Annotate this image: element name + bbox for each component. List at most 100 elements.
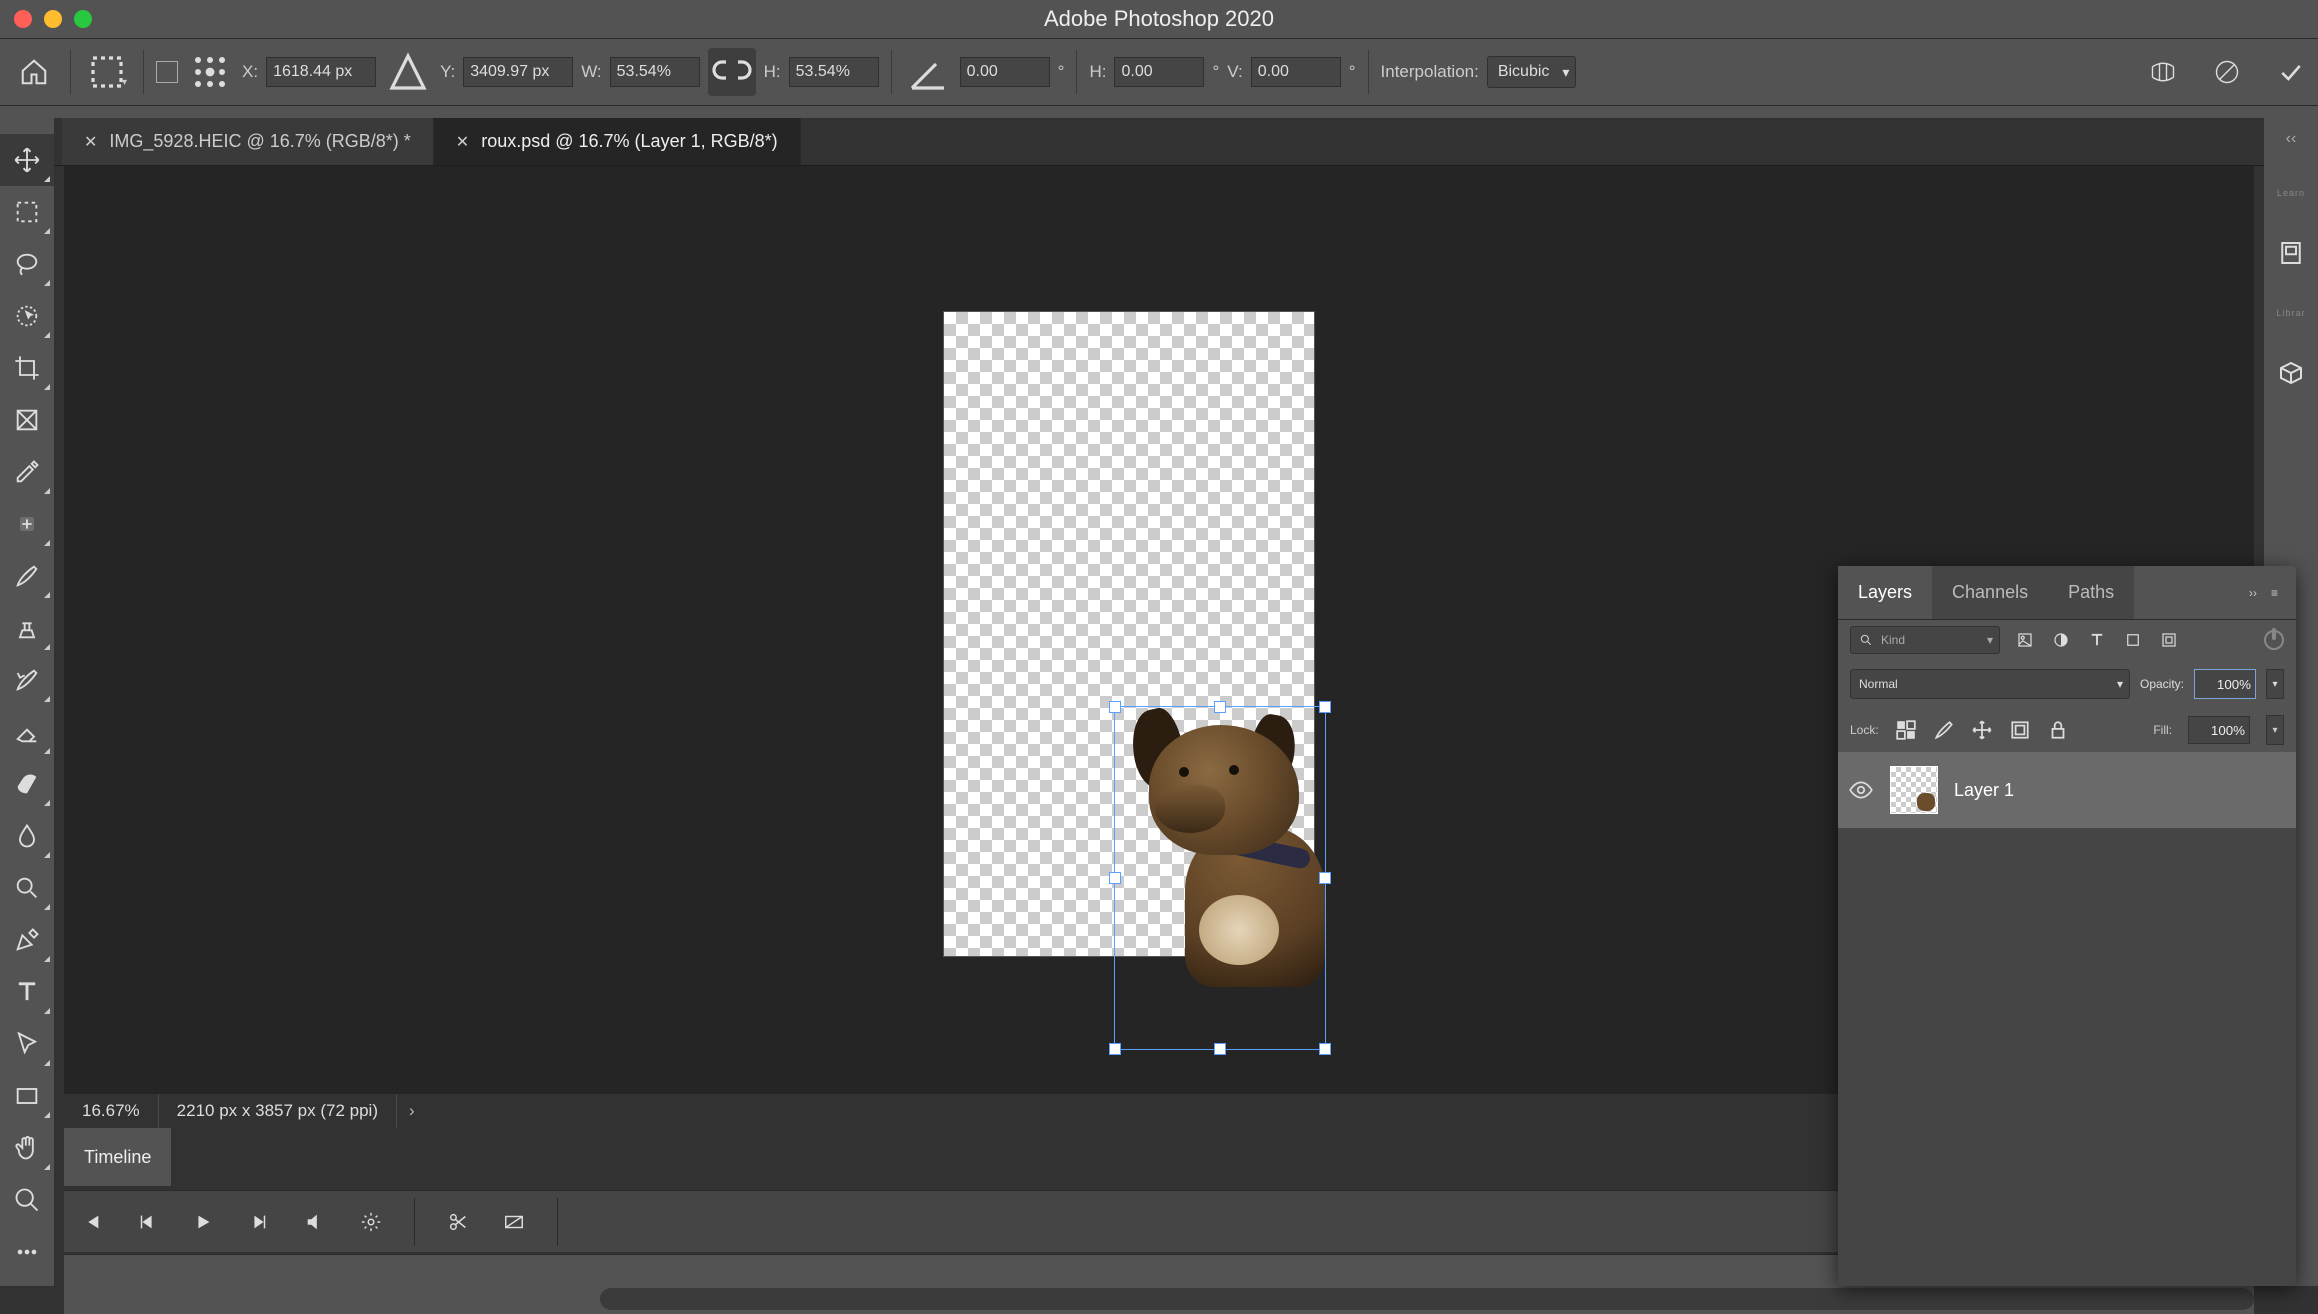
timeline-panel-tab[interactable]: Timeline: [64, 1128, 171, 1186]
x-input[interactable]: [266, 57, 376, 87]
audio-button[interactable]: [302, 1209, 328, 1235]
filter-shape-icon[interactable]: [2122, 629, 2144, 651]
status-more-icon[interactable]: ›: [397, 1101, 427, 1121]
warp-mode-button[interactable]: [2146, 55, 2180, 89]
eraser-tool[interactable]: [0, 706, 54, 758]
learn-panel-button[interactable]: [2276, 238, 2306, 268]
skew-v-input[interactable]: [1251, 57, 1341, 87]
toggle-reference-point-checkbox[interactable]: [156, 61, 178, 83]
collapse-panel-icon[interactable]: ››: [2249, 586, 2257, 600]
move-tool[interactable]: [0, 134, 54, 186]
healing-brush-tool[interactable]: [0, 498, 54, 550]
close-window-button[interactable]: [14, 10, 32, 28]
timeline-settings-button[interactable]: [358, 1209, 384, 1235]
prev-frame-button[interactable]: [134, 1209, 160, 1235]
clone-stamp-tool[interactable]: [0, 602, 54, 654]
transform-handle-e[interactable]: [1319, 872, 1331, 884]
dodge-tool[interactable]: [0, 862, 54, 914]
close-tab-icon[interactable]: ✕: [456, 132, 469, 152]
cancel-transform-button[interactable]: [2210, 55, 2244, 89]
interpolation-select[interactable]: Bicubic: [1487, 56, 1577, 88]
lock-pixels-icon[interactable]: [1933, 719, 1955, 741]
panel-menu-icon[interactable]: ≡: [2271, 586, 2278, 600]
layer-thumbnail[interactable]: [1890, 766, 1938, 814]
eyedropper-tool[interactable]: [0, 446, 54, 498]
first-frame-button[interactable]: [78, 1209, 104, 1235]
reference-point-grid-icon[interactable]: [186, 48, 234, 96]
panel-tab-channels[interactable]: Channels: [1932, 566, 2048, 619]
fill-dropdown-icon[interactable]: ▾: [2266, 715, 2284, 745]
filter-pixel-icon[interactable]: [2014, 629, 2036, 651]
skew-h-input[interactable]: [1114, 57, 1204, 87]
zoom-level[interactable]: 16.67%: [64, 1094, 159, 1128]
delta-icon[interactable]: [384, 48, 432, 96]
h-input[interactable]: [789, 57, 879, 87]
frame-tool[interactable]: [0, 394, 54, 446]
close-tab-icon[interactable]: ✕: [84, 132, 97, 152]
quick-selection-tool[interactable]: [0, 290, 54, 342]
lasso-tool[interactable]: [0, 238, 54, 290]
transform-handle-n[interactable]: [1214, 701, 1226, 713]
document-dimensions[interactable]: 2210 px x 3857 px (72 ppi): [159, 1094, 397, 1128]
transform-handle-se[interactable]: [1319, 1043, 1331, 1055]
history-brush-tool[interactable]: [0, 654, 54, 706]
filter-toggle-switch[interactable]: [2264, 630, 2284, 650]
transform-handle-w[interactable]: [1109, 872, 1121, 884]
transform-handle-nw[interactable]: [1109, 701, 1121, 713]
transform-handle-ne[interactable]: [1319, 701, 1331, 713]
opacity-dropdown-icon[interactable]: ▾: [2266, 669, 2284, 699]
marquee-tool[interactable]: [0, 186, 54, 238]
document-tab-1[interactable]: ✕ roux.psd @ 16.7% (Layer 1, RGB/8*): [434, 118, 801, 165]
angle-icon: [904, 48, 952, 96]
pen-tool[interactable]: [0, 914, 54, 966]
split-clip-button[interactable]: [445, 1209, 471, 1235]
type-tool[interactable]: [0, 966, 54, 1018]
horizontal-scrollbar[interactable]: [600, 1288, 2254, 1310]
transform-handle-sw[interactable]: [1109, 1043, 1121, 1055]
libraries-panel-button[interactable]: [2276, 358, 2306, 388]
panel-tab-layers[interactable]: Layers: [1838, 566, 1932, 619]
play-button[interactable]: [190, 1209, 216, 1235]
y-input[interactable]: [463, 57, 573, 87]
filter-adjustment-icon[interactable]: [2050, 629, 2072, 651]
layer-name[interactable]: Layer 1: [1954, 780, 2014, 801]
collapse-strip[interactable]: ››: [0, 106, 2318, 118]
lock-all-icon[interactable]: [2047, 719, 2069, 741]
home-button[interactable]: [10, 48, 58, 96]
lock-artboard-icon[interactable]: [2009, 719, 2031, 741]
transition-button[interactable]: [501, 1209, 527, 1235]
window-controls: [14, 10, 92, 28]
layer-row[interactable]: Layer 1: [1838, 752, 2296, 828]
expand-panels-icon[interactable]: ‹‹: [2286, 130, 2297, 148]
blur-tool[interactable]: [0, 810, 54, 862]
transform-tool-icon[interactable]: ▾: [83, 48, 131, 96]
lock-transparency-icon[interactable]: [1895, 719, 1917, 741]
panel-tab-paths[interactable]: Paths: [2048, 566, 2134, 619]
layer-visibility-toggle[interactable]: [1848, 777, 1874, 803]
minimize-window-button[interactable]: [44, 10, 62, 28]
document-tab-0[interactable]: ✕ IMG_5928.HEIC @ 16.7% (RGB/8*) *: [62, 118, 434, 165]
fill-input[interactable]: [2188, 716, 2250, 744]
hand-tool[interactable]: [0, 1122, 54, 1174]
more-tools[interactable]: [0, 1226, 54, 1278]
filter-kind-select[interactable]: Kind: [1850, 626, 2000, 654]
transform-bounding-box[interactable]: [1114, 706, 1326, 1050]
link-aspect-ratio-button[interactable]: [708, 48, 756, 96]
filter-type-icon[interactable]: [2086, 629, 2108, 651]
gradient-tool[interactable]: [0, 758, 54, 810]
commit-transform-button[interactable]: [2274, 55, 2308, 89]
angle-input[interactable]: [960, 57, 1050, 87]
blend-mode-select[interactable]: Normal: [1850, 669, 2130, 699]
path-selection-tool[interactable]: [0, 1018, 54, 1070]
brush-tool[interactable]: [0, 550, 54, 602]
crop-tool[interactable]: [0, 342, 54, 394]
lock-position-icon[interactable]: [1971, 719, 1993, 741]
maximize-window-button[interactable]: [74, 10, 92, 28]
opacity-input[interactable]: [2194, 669, 2256, 699]
filter-smart-icon[interactable]: [2158, 629, 2180, 651]
transform-handle-s[interactable]: [1214, 1043, 1226, 1055]
next-frame-button[interactable]: [246, 1209, 272, 1235]
w-input[interactable]: [610, 57, 700, 87]
rectangle-tool[interactable]: [0, 1070, 54, 1122]
zoom-tool[interactable]: [0, 1174, 54, 1226]
